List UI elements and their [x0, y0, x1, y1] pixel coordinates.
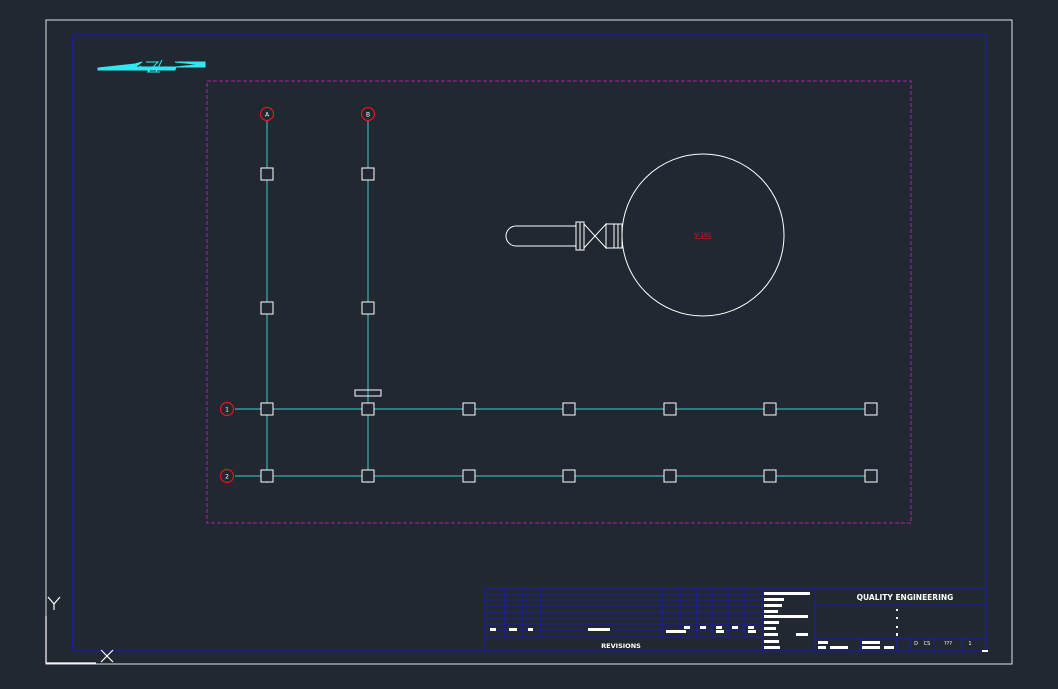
- column: [864, 402, 878, 416]
- sheet-number: 1: [968, 641, 971, 647]
- grid-label-col-a: A: [265, 112, 270, 119]
- column: [562, 402, 576, 416]
- grid-bubble-row-2[interactable]: 2: [219, 468, 235, 484]
- cd-code: CS: [924, 641, 931, 647]
- columns: [260, 167, 878, 483]
- column: [763, 402, 777, 416]
- column: [260, 167, 274, 181]
- column: [663, 469, 677, 483]
- column: [562, 469, 576, 483]
- title-block[interactable]: QUALITY ENGINEERING REVISIONS D CS ??? 1: [484, 587, 988, 652]
- vessel-v-101[interactable]: [505, 153, 785, 317]
- drawing-number: ???: [944, 641, 952, 647]
- column: [361, 469, 375, 483]
- north-arrow-icon: [97, 59, 206, 73]
- grid-bubble-row-1[interactable]: 1: [219, 401, 235, 417]
- grid-label-row-1: 1: [225, 407, 229, 414]
- grid-bubble-col-b[interactable]: B: [360, 106, 376, 122]
- ucs-icon: [45, 596, 114, 664]
- grid-lines: [235, 121, 877, 483]
- column: [462, 469, 476, 483]
- column: [763, 469, 777, 483]
- column: [361, 402, 375, 416]
- grid-bubble-col-a[interactable]: A: [259, 106, 275, 122]
- column: [361, 301, 375, 315]
- column: [260, 469, 274, 483]
- column: [864, 469, 878, 483]
- grid-label-row-2: 2: [225, 474, 229, 481]
- column: [361, 167, 375, 181]
- revisions-label: REVISIONS: [601, 642, 641, 650]
- sheet-border: [45, 19, 1013, 665]
- column: [462, 402, 476, 416]
- grid-label-col-b: B: [366, 112, 370, 119]
- cad-drawing-canvas[interactable]: A B 1 2 V-101 QUALITY ENGINEERING REVISI…: [0, 0, 1058, 689]
- inner-border: [72, 34, 987, 652]
- viewport-frame[interactable]: [206, 80, 912, 524]
- column: [260, 402, 274, 416]
- company-name: QUALITY ENGINEERING: [857, 593, 954, 602]
- column: [663, 402, 677, 416]
- equipment-tag: V-101: [694, 232, 712, 239]
- size-code: D: [914, 641, 918, 647]
- column: [260, 301, 274, 315]
